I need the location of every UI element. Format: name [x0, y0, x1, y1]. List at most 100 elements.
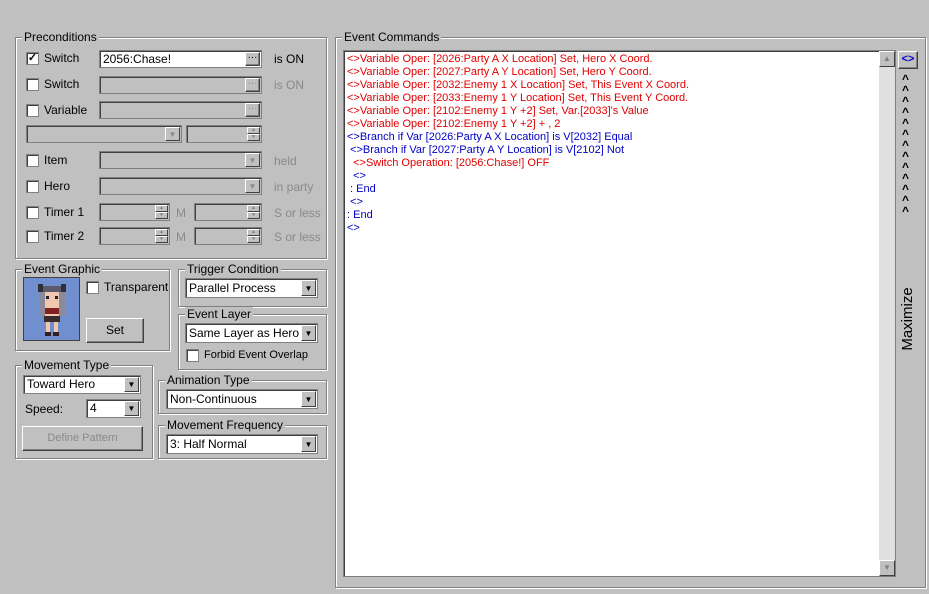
maximize-label: Maximize: [899, 287, 916, 351]
variable-compare-dropdown[interactable]: ▼: [26, 125, 182, 143]
timer2-minutes-stepper[interactable]: ▲ ▼: [99, 227, 170, 245]
event-layer-title: Event Layer: [185, 307, 254, 321]
spin-buttons[interactable]: ▲ ▼: [247, 127, 260, 141]
switch1-field[interactable]: 2056:Chase! ···: [99, 50, 262, 68]
forbid-overlap-label: Forbid Event Overlap: [204, 349, 308, 361]
event-graphic-preview[interactable]: [23, 277, 80, 341]
command-line[interactable]: <>Switch Operation: [2056:Chase!] OFF: [347, 157, 549, 170]
variable-label: Variable: [44, 103, 88, 117]
spin-up-icon[interactable]: ▲: [155, 229, 168, 236]
scroll-down-icon[interactable]: ▼: [879, 560, 895, 576]
maximize-toggle-icon: <>: [901, 53, 915, 65]
command-line[interactable]: <>: [347, 222, 360, 235]
chevron-down-icon[interactable]: ▼: [301, 391, 316, 407]
switch2-checkbox[interactable]: [26, 78, 39, 91]
maximize-toggle-button[interactable]: <>: [898, 51, 918, 69]
variable-checkbox[interactable]: [26, 104, 39, 117]
spin-up-icon[interactable]: ▲: [247, 127, 260, 134]
scroll-up-icon[interactable]: ▲: [879, 51, 895, 67]
forbid-overlap-checkbox[interactable]: [186, 349, 199, 362]
timer2-label: Timer 2: [44, 229, 85, 243]
hero-checkbox[interactable]: [26, 180, 39, 193]
item-dropdown[interactable]: ▼: [99, 151, 262, 169]
command-line[interactable]: <>: [347, 196, 363, 209]
command-line[interactable]: <>Variable Oper: [2102:Enemy 1 Y +2] Set…: [347, 105, 649, 118]
command-line[interactable]: <>Variable Oper: [2026:Party A X Locatio…: [347, 53, 653, 66]
trigger-condition-dropdown[interactable]: Parallel Process ▼: [185, 278, 318, 298]
chevron-down-icon[interactable]: ▼: [301, 436, 316, 452]
commands-scrollbar[interactable]: ▲ ▼: [879, 51, 895, 576]
command-line[interactable]: <>Branch if Var [2027:Party A Y Location…: [347, 144, 624, 157]
spin-up-icon[interactable]: ▲: [155, 205, 168, 212]
variable-browse-button[interactable]: ···: [245, 103, 260, 117]
chevron-down-icon[interactable]: ▼: [165, 127, 180, 141]
spin-up-icon[interactable]: ▲: [247, 205, 260, 212]
spin-down-icon[interactable]: ▼: [155, 212, 168, 219]
timer2-checkbox[interactable]: [26, 230, 39, 243]
command-line[interactable]: <>: [347, 170, 366, 183]
spin-down-icon[interactable]: ▼: [247, 236, 260, 243]
command-line[interactable]: : End: [347, 183, 376, 196]
timer2-minutes-label: M: [176, 230, 186, 244]
timer2-seconds-stepper[interactable]: ▲ ▼: [194, 227, 262, 245]
timer1-minutes-stepper[interactable]: ▲ ▼: [99, 203, 170, 221]
command-line[interactable]: <>Branch if Var [2026:Party A X Location…: [347, 131, 632, 144]
command-line[interactable]: : End: [347, 209, 373, 222]
transparent-checkbox[interactable]: [86, 281, 99, 294]
preconditions-group: Preconditions: [15, 30, 327, 259]
event-commands-list[interactable]: <>Variable Oper: [2026:Party A X Locatio…: [343, 50, 896, 577]
switch1-browse-button[interactable]: ···: [245, 52, 260, 66]
chevron-down-icon[interactable]: ▼: [245, 179, 260, 193]
switch1-value: 2056:Chase!: [103, 52, 172, 66]
item-checkbox[interactable]: [26, 154, 39, 167]
chevron-down-icon[interactable]: ▼: [301, 280, 316, 296]
movement-type-title: Movement Type: [22, 358, 112, 372]
speed-label: Speed:: [25, 402, 64, 416]
timer1-checkbox[interactable]: [26, 206, 39, 219]
timer1-seconds-stepper[interactable]: ▲ ▼: [194, 203, 262, 221]
define-pattern-button[interactable]: Define Pattern: [22, 426, 143, 451]
movement-frequency-title: Movement Frequency: [165, 418, 286, 432]
event-layer-value: Same Layer as Hero: [189, 326, 300, 340]
animation-type-dropdown[interactable]: Non-Continuous ▼: [166, 389, 318, 409]
character-sprite-icon: [38, 284, 66, 336]
chevron-down-icon[interactable]: ▼: [301, 325, 316, 341]
switch2-browse-button[interactable]: ···: [245, 78, 260, 92]
switch2-field[interactable]: ···: [99, 76, 262, 94]
movement-type-value: Toward Hero: [27, 377, 96, 391]
event-layer-dropdown[interactable]: Same Layer as Hero ▼: [185, 323, 318, 343]
variable-field[interactable]: ···: [99, 101, 262, 119]
spin-buttons[interactable]: ▲ ▼: [155, 205, 168, 219]
chevron-down-icon[interactable]: ▼: [245, 153, 260, 167]
animation-type-value: Non-Continuous: [170, 392, 257, 406]
item-label: Item: [44, 153, 68, 167]
movement-frequency-dropdown[interactable]: 3: Half Normal ▼: [166, 434, 318, 454]
hero-dropdown[interactable]: ▼: [99, 177, 262, 195]
spin-down-icon[interactable]: ▼: [155, 236, 168, 243]
spin-up-icon[interactable]: ▲: [247, 229, 260, 236]
spin-buttons[interactable]: ▲ ▼: [247, 229, 260, 243]
set-graphic-button[interactable]: Set: [86, 318, 144, 343]
speed-dropdown[interactable]: 4 ▼: [86, 399, 141, 418]
transparent-label: Transparent: [104, 280, 169, 294]
command-line[interactable]: <>Variable Oper: [2032:Enemy 1 X Locatio…: [347, 79, 689, 92]
maximize-pane[interactable]: <> ^^^^^^^^^^^^^ Maximize: [897, 50, 919, 577]
animation-type-title: Animation Type: [165, 373, 252, 387]
spin-buttons[interactable]: ▲ ▼: [247, 205, 260, 219]
movement-type-dropdown[interactable]: Toward Hero ▼: [23, 375, 141, 394]
chevron-down-icon[interactable]: ▼: [124, 401, 139, 416]
movement-frequency-value: 3: Half Normal: [170, 437, 247, 451]
chevron-down-icon[interactable]: ▼: [124, 377, 139, 392]
command-line[interactable]: <>Variable Oper: [2033:Enemy 1 Y Locatio…: [347, 92, 688, 105]
command-line[interactable]: <>Variable Oper: [2102:Enemy 1 Y +2] + ,…: [347, 118, 560, 131]
timer1-label: Timer 1: [44, 205, 85, 219]
spin-down-icon[interactable]: ▼: [247, 212, 260, 219]
switch1-checkbox[interactable]: ✓: [26, 52, 39, 65]
spin-buttons[interactable]: ▲ ▼: [155, 229, 168, 243]
command-line[interactable]: <>Variable Oper: [2027:Party A Y Locatio…: [347, 66, 652, 79]
variable-value-stepper[interactable]: ▲ ▼: [186, 125, 262, 143]
spin-down-icon[interactable]: ▼: [247, 134, 260, 141]
timer2-seconds-label: S or less: [274, 230, 321, 244]
maximize-chevrons: ^^^^^^^^^^^^^: [902, 72, 910, 218]
timer1-seconds-label: S or less: [274, 206, 321, 220]
